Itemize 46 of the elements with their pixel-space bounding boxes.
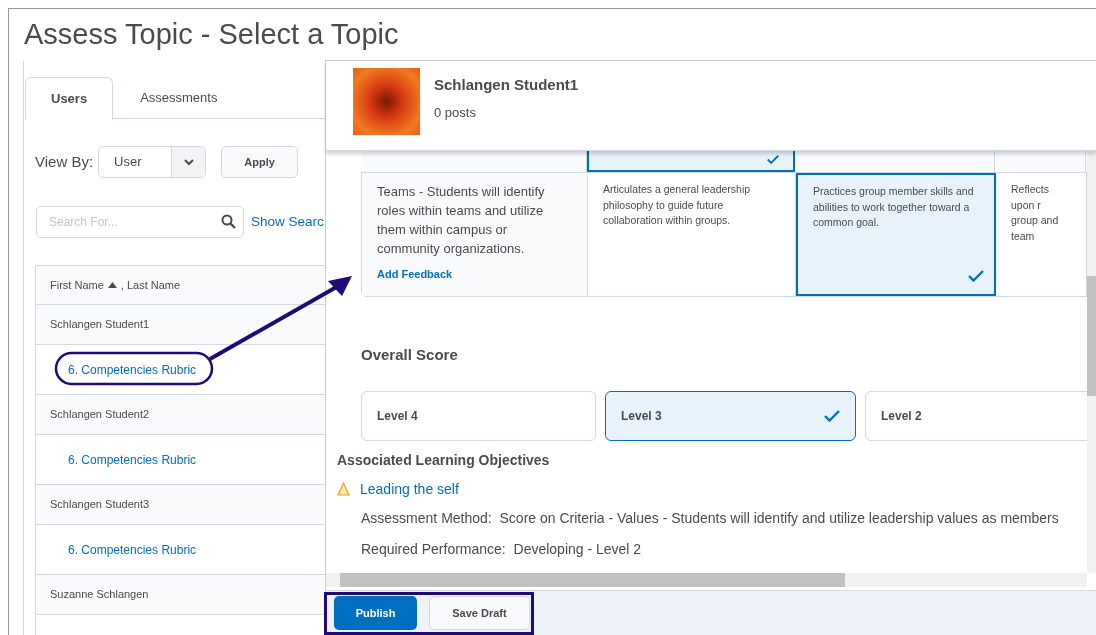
student-name: Suzanne Schlangen (50, 587, 149, 603)
required-performance-text: Required Performance: Developing - Level 2 (361, 539, 643, 559)
apply-button[interactable]: Apply (221, 146, 299, 178)
rubric-link[interactable]: 6. Competencies Rubric (68, 540, 197, 559)
level-option[interactable]: Level 3 (605, 390, 856, 441)
rubric-cell[interactable]: Practices group member skills and abilities to work together toward a common goal. (796, 173, 996, 296)
column-heading[interactable]: , Last Name (120, 276, 181, 294)
rubric-link[interactable]: 6. Competencies Rubric (68, 450, 197, 469)
chevron-down-icon (183, 158, 194, 166)
criterion-text: Teams - Students will identify roles within teams and utilize them within campus or community organizations. (377, 183, 546, 258)
section-heading: Overall Score (361, 345, 459, 365)
student-name: Schlangen Student2 (50, 407, 150, 423)
student-name: Schlangen Student1 (50, 317, 150, 333)
rubric-cell[interactable] (587, 151, 795, 172)
student-name: Schlangen Student3 (50, 497, 150, 513)
level-description: Reflects upon r group and team (1011, 182, 1060, 244)
level-description: Practices group member skills and abilities to work together toward a common goal. (813, 184, 975, 230)
save-draft-button[interactable]: Save Draft (429, 596, 530, 630)
view-by-dropdown[interactable]: User (98, 146, 207, 178)
level-option[interactable]: Level 2 (865, 390, 1087, 441)
section-heading: Associated Learning Objectives (337, 450, 551, 470)
level-option[interactable]: Level 4 (361, 390, 596, 441)
tab[interactable]: Users (25, 77, 114, 120)
objective-link[interactable]: Leading the self (360, 478, 459, 500)
vertical-scrollbar[interactable] (1087, 151, 1096, 573)
checkmark-icon (824, 409, 840, 422)
tab[interactable]: Assessments (113, 77, 245, 119)
column-heading[interactable]: First Name (50, 276, 104, 294)
publish-button[interactable]: Publish (334, 596, 417, 630)
show-search-link[interactable]: Show Searc (251, 211, 324, 233)
sort-up-icon (107, 282, 117, 288)
view-by-label: View By: (35, 151, 94, 172)
photo-placeholder (353, 68, 420, 135)
warning-triangle-icon (337, 482, 350, 496)
horizontal-scrollbar[interactable] (326, 573, 1087, 587)
add-feedback-link[interactable]: Add Feedback (377, 266, 572, 283)
checkmark-icon (767, 155, 779, 164)
assessment-method-text: Assessment Method: Score on Criteria - Values - Students will identify and utilize leadership values as members (361, 508, 1060, 528)
search-icon (221, 214, 236, 229)
checkmark-icon (968, 270, 984, 282)
level-description: Articulates a general leadership philosophy to guide future collaboration within groups. (603, 182, 752, 228)
page-title: Assess Topic - Select a Topic (24, 17, 399, 51)
post-count: 0 posts (434, 103, 477, 122)
search-field[interactable]: Search For... (36, 206, 244, 238)
student-name: Schlangen Student1 (434, 75, 579, 95)
rubric-link[interactable]: 6. Competencies Rubric (68, 360, 197, 379)
